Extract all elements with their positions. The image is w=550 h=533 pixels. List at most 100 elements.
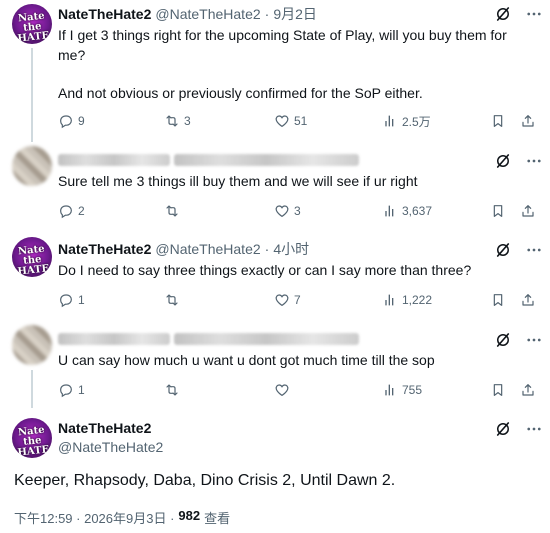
tweet-header — [58, 150, 359, 170]
like-button[interactable]: 51 — [274, 112, 307, 130]
separator-dot: · — [264, 241, 270, 257]
retweet-icon — [164, 203, 180, 219]
share-button[interactable] — [520, 291, 536, 309]
tweet-text-line: me? — [58, 47, 86, 63]
timestamp[interactable]: 9月2日 — [273, 4, 317, 24]
reply-icon — [58, 292, 74, 308]
share-button[interactable] — [520, 112, 536, 130]
like-button[interactable] — [274, 381, 290, 399]
avatar[interactable]: Nate the HATE — [12, 4, 52, 44]
tweet-text: Do I need to say three things exactly or… — [58, 262, 472, 278]
timestamp[interactable]: 4小时 — [273, 239, 309, 259]
tweet-header: NateTheHate2 @NateTheHate2 · 9月2日 — [58, 4, 317, 24]
author-name[interactable]: NateTheHate2 — [58, 241, 151, 257]
share-icon — [520, 292, 536, 308]
reply-count: 1 — [78, 293, 85, 307]
bookmark-button[interactable] — [490, 112, 506, 130]
views-button[interactable]: 1,222 — [382, 291, 432, 309]
author-handle[interactable]: @NateTheHate2 — [155, 241, 260, 257]
redacted-handle — [174, 154, 359, 166]
reply-button[interactable]: 2 — [58, 202, 85, 220]
avatar[interactable]: Nate the HATE — [12, 418, 52, 458]
tweet-4[interactable]: U can say how much u want u dont got muc… — [0, 320, 550, 408]
retweet-button[interactable]: 3 — [164, 112, 191, 130]
tweet-3[interactable]: Nate the HATE NateTheHate2 @NateTheHate2 ·… — [0, 232, 550, 320]
share-button[interactable] — [520, 202, 536, 220]
heart-icon — [274, 292, 290, 308]
bookmark-button[interactable] — [490, 291, 506, 309]
author-name[interactable]: NateTheHate2 — [58, 6, 151, 22]
like-count: 51 — [294, 114, 308, 128]
like-button[interactable]: 3 — [274, 202, 301, 220]
reply-button[interactable]: 1 — [58, 291, 85, 309]
heart-icon — [274, 203, 290, 219]
views-count: 2.5万 — [402, 114, 431, 129]
reply-count: 1 — [78, 383, 85, 397]
tweet-1[interactable]: Nate the HATE NateTheHate2 @NateTheHate2 ·… — [0, 0, 550, 142]
bookmark-icon — [490, 203, 506, 219]
views-count: 755 — [402, 383, 423, 397]
main-views-count: 982 — [178, 508, 201, 523]
bookmark-icon — [490, 292, 506, 308]
retweet-button[interactable] — [164, 291, 180, 309]
reply-button[interactable]: 9 — [58, 112, 85, 130]
tweet-text: If I get 3 things right for the upcoming… — [58, 25, 528, 103]
share-button[interactable] — [520, 381, 536, 399]
like-count: 7 — [294, 293, 301, 307]
author-handle[interactable]: @NateTheHate2 — [58, 439, 163, 455]
retweet-count: 3 — [184, 114, 191, 128]
views-icon — [382, 203, 398, 219]
views-button[interactable]: 3,637 — [382, 202, 432, 220]
grok-icon[interactable] — [494, 420, 512, 438]
grok-icon[interactable] — [494, 5, 512, 23]
action-bar: 1 7 1,222 — [58, 291, 538, 309]
tweet-2[interactable]: Sure tell me 3 things ill buy them and w… — [0, 142, 550, 232]
avatar[interactable] — [12, 325, 52, 365]
tweet-text: Sure tell me 3 things ill buy them and w… — [58, 173, 418, 189]
retweet-icon — [164, 292, 180, 308]
reply-button[interactable]: 1 — [58, 381, 85, 399]
grok-icon[interactable] — [494, 241, 512, 259]
more-icon[interactable] — [524, 241, 544, 259]
reply-count: 9 — [78, 114, 85, 128]
author-name[interactable]: NateTheHate2 — [58, 420, 151, 436]
share-icon — [520, 382, 536, 398]
more-icon[interactable] — [524, 331, 544, 349]
heart-icon — [274, 382, 290, 398]
bookmark-button[interactable] — [490, 202, 506, 220]
main-tweet-text: Keeper, Rhapsody, Daba, Dino Crisis 2, U… — [14, 472, 396, 489]
avatar-logo: Nate the HATE — [17, 424, 50, 458]
tweet-text: U can say how much u want u dont got muc… — [58, 352, 435, 368]
grok-icon[interactable] — [494, 331, 512, 349]
tweet-text-line: If I get 3 things right for the upcoming… — [58, 27, 507, 43]
avatar[interactable]: Nate the HATE — [12, 237, 52, 277]
more-icon[interactable] — [524, 5, 544, 23]
bookmark-button[interactable] — [490, 381, 506, 399]
share-icon — [520, 113, 536, 129]
retweet-button[interactable] — [164, 381, 180, 399]
thread-line — [31, 370, 33, 408]
redacted-name — [58, 154, 170, 166]
bookmark-icon — [490, 382, 506, 398]
reply-icon — [58, 203, 74, 219]
reply-icon — [58, 113, 74, 129]
more-icon[interactable] — [524, 152, 544, 170]
more-icon[interactable] — [524, 420, 544, 438]
share-icon — [520, 203, 536, 219]
main-timestamp[interactable]: 下午12:59 · 2026年9月3日 · — [14, 508, 174, 527]
avatar[interactable] — [12, 146, 52, 186]
redacted-handle — [174, 333, 359, 345]
author-handle[interactable]: @NateTheHate2 — [155, 6, 260, 22]
views-icon — [382, 113, 398, 129]
like-button[interactable]: 7 — [274, 291, 301, 309]
tweet-text-line: And not obvious or previously confirmed … — [58, 85, 423, 101]
action-bar: 1 755 — [58, 381, 538, 399]
views-button[interactable]: 755 — [382, 381, 422, 399]
avatar-logo: Nate the HATE — [17, 243, 50, 277]
views-button[interactable]: 2.5万 — [382, 112, 431, 130]
grok-icon[interactable] — [494, 152, 512, 170]
heart-icon — [274, 113, 290, 129]
retweet-button[interactable] — [164, 202, 180, 220]
avatar-logo: Nate the HATE — [17, 10, 50, 44]
views-count: 1,222 — [402, 293, 433, 307]
